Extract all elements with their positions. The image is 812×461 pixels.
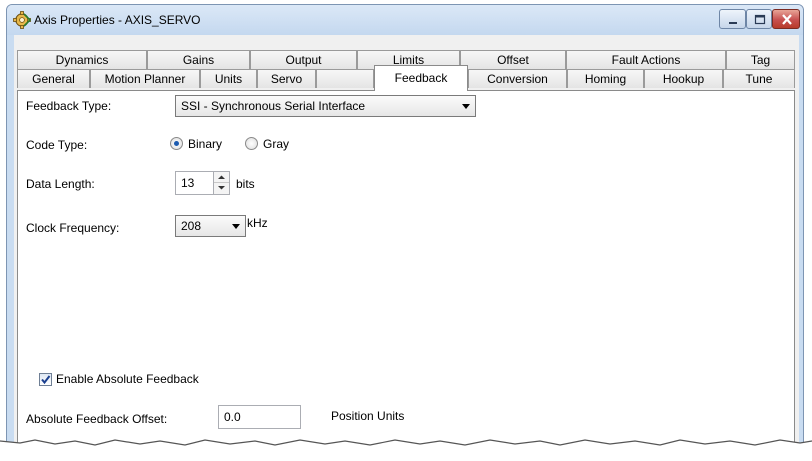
clock-frequency-dropdown[interactable]: 208 <box>175 215 246 237</box>
close-icon <box>782 14 792 25</box>
code-type-gray-label[interactable]: Gray <box>263 137 289 151</box>
enable-absolute-feedback-checkbox[interactable] <box>39 373 52 386</box>
tab-fault-actions[interactable]: Fault Actions <box>566 50 726 69</box>
data-length-spinner[interactable] <box>214 171 230 195</box>
maximize-icon <box>754 14 766 25</box>
maximize-button[interactable] <box>746 9 772 29</box>
code-type-binary-radio[interactable] <box>170 137 183 150</box>
feedback-type-dropdown[interactable]: SSI - Synchronous Serial Interface <box>175 95 476 117</box>
code-type-binary-label[interactable]: Binary <box>188 137 222 151</box>
window-title: Axis Properties - AXIS_SERVO <box>34 13 201 27</box>
clock-frequency-label: Clock Frequency: <box>26 221 120 235</box>
chevron-down-icon <box>462 104 470 109</box>
close-button[interactable] <box>772 9 800 29</box>
tab-dynamics[interactable]: Dynamics <box>17 50 147 69</box>
enable-absolute-feedback-label[interactable]: Enable Absolute Feedback <box>56 372 199 386</box>
axis-properties-window: Axis Properties - AXIS_SERVO Dynamics Ga… <box>6 4 804 450</box>
tab-hookup[interactable]: Hookup <box>644 69 723 88</box>
tab-gains[interactable]: Gains <box>147 50 250 69</box>
clock-frequency-value: 208 <box>181 219 202 233</box>
absolute-feedback-offset-input[interactable]: 0.0 <box>218 405 301 429</box>
code-type-gray-radio[interactable] <box>245 137 258 150</box>
clock-frequency-unit: kHz <box>247 216 268 230</box>
tab-tag[interactable]: Tag <box>726 50 795 69</box>
tab-servo[interactable]: Servo <box>257 69 316 88</box>
tab-homing[interactable]: Homing <box>567 69 644 88</box>
absolute-feedback-offset-label: Absolute Feedback Offset: <box>26 412 168 426</box>
data-length-input[interactable]: 13 <box>175 171 214 195</box>
spin-up-icon[interactable] <box>214 172 229 183</box>
chevron-down-icon <box>232 224 240 229</box>
feedback-type-label: Feedback Type: <box>26 99 112 113</box>
minimize-button[interactable] <box>719 9 746 29</box>
tab-general[interactable]: General <box>17 69 90 88</box>
gear-icon <box>13 11 32 29</box>
tab-motion-planner[interactable]: Motion Planner <box>90 69 200 88</box>
dialog-client-area: Dynamics Gains Output Limits Offset Faul… <box>14 35 799 449</box>
tab-tune[interactable]: Tune <box>723 69 795 88</box>
feedback-tab-panel: Feedback Type: SSI - Synchronous Serial … <box>17 90 795 449</box>
feedback-type-value: SSI - Synchronous Serial Interface <box>181 99 366 113</box>
code-type-label: Code Type: <box>26 138 88 152</box>
tab-feedback[interactable]: Feedback <box>374 65 468 91</box>
tab-output[interactable]: Output <box>250 50 357 69</box>
tab-offset[interactable]: Offset <box>460 50 566 69</box>
absolute-feedback-offset-unit: Position Units <box>331 409 405 423</box>
tab-conversion[interactable]: Conversion <box>468 69 567 88</box>
data-length-value: 13 <box>181 176 195 190</box>
checkmark-icon <box>41 375 51 385</box>
absolute-feedback-offset-value: 0.0 <box>224 410 241 424</box>
tab-units[interactable]: Units <box>200 69 257 88</box>
minimize-icon <box>729 22 737 24</box>
data-length-label: Data Length: <box>26 177 95 191</box>
torn-edge-decoration <box>0 439 812 461</box>
title-bar[interactable]: Axis Properties - AXIS_SERVO <box>7 5 803 35</box>
tab-servo-spacer <box>316 69 374 88</box>
data-length-unit: bits <box>236 177 255 191</box>
spin-down-icon[interactable] <box>214 183 229 194</box>
